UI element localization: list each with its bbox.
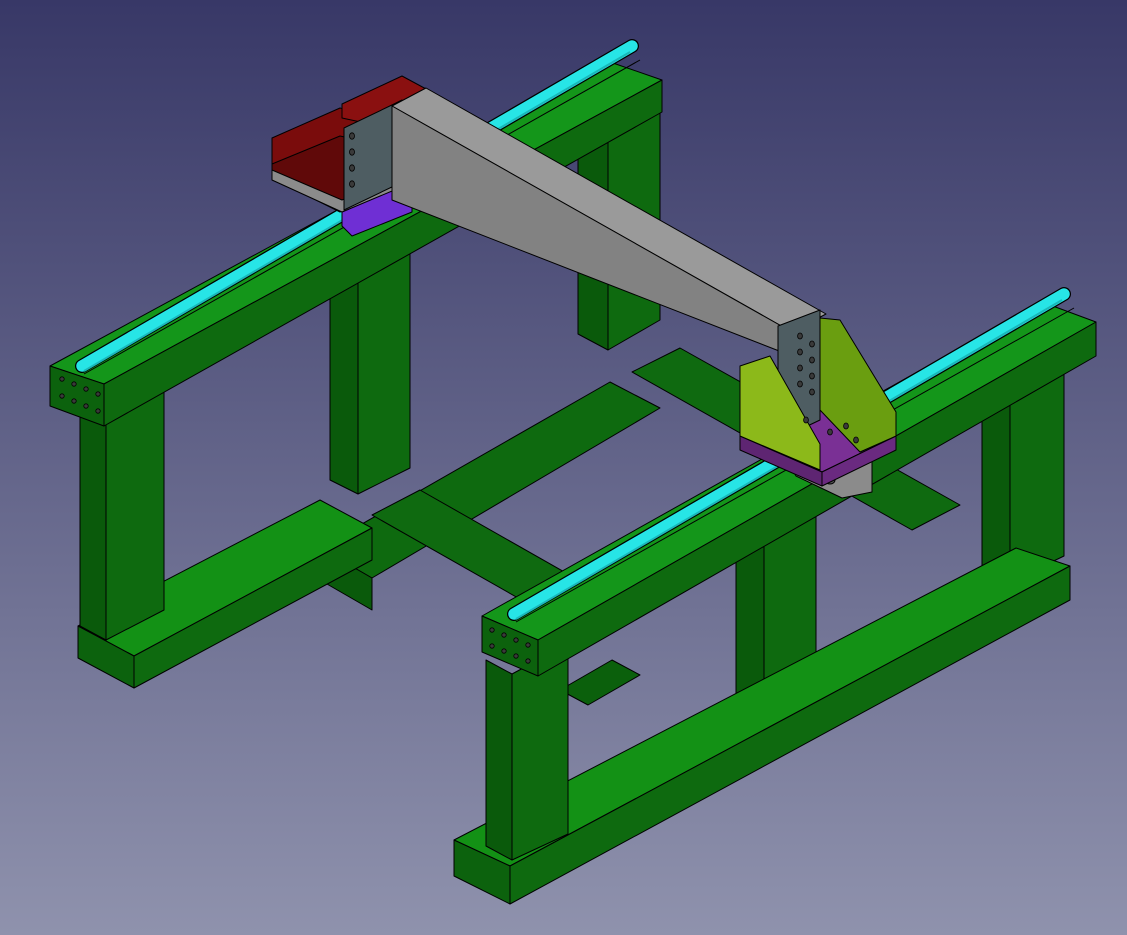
bolt-hole [513, 653, 519, 659]
frame-post-front-right [511, 643, 569, 861]
frame-post-front-right-side [485, 659, 513, 861]
bolt-hole [349, 180, 355, 188]
bolt-hole [83, 403, 89, 409]
bolt-hole [809, 372, 815, 380]
bolt-hole [513, 637, 519, 643]
bolt-hole [525, 642, 531, 648]
frame-post-mid-left-side [329, 267, 359, 495]
bolt-hole [59, 376, 65, 382]
bolt-hole [809, 356, 815, 364]
bolt-hole [843, 422, 849, 430]
bolt-hole [489, 643, 495, 649]
cad-model-view[interactable] [0, 0, 1127, 935]
bolt-hole [489, 627, 495, 633]
bolt-hole [803, 416, 809, 424]
bolt-hole [809, 388, 815, 396]
bolt-hole [59, 393, 65, 399]
bolt-hole [349, 148, 355, 156]
bolt-hole [797, 332, 803, 340]
bolt-hole [797, 364, 803, 372]
bolt-hole [809, 340, 815, 348]
bolt-hole [797, 348, 803, 356]
bolt-hole [95, 391, 101, 397]
frame-post-mid-left [357, 243, 411, 495]
bolt-hole [501, 632, 507, 638]
bolt-hole [501, 648, 507, 654]
bolt-hole [797, 380, 803, 388]
bolt-hole [349, 132, 355, 140]
bolt-hole [83, 386, 89, 392]
bolt-hole [349, 164, 355, 172]
bolt-hole [71, 398, 77, 404]
3d-viewport[interactable] [0, 0, 1127, 935]
bolt-hole [71, 381, 77, 387]
bolt-hole [95, 408, 101, 414]
bolt-hole [827, 428, 833, 436]
bolt-hole [525, 658, 531, 664]
bolt-hole [853, 436, 859, 444]
